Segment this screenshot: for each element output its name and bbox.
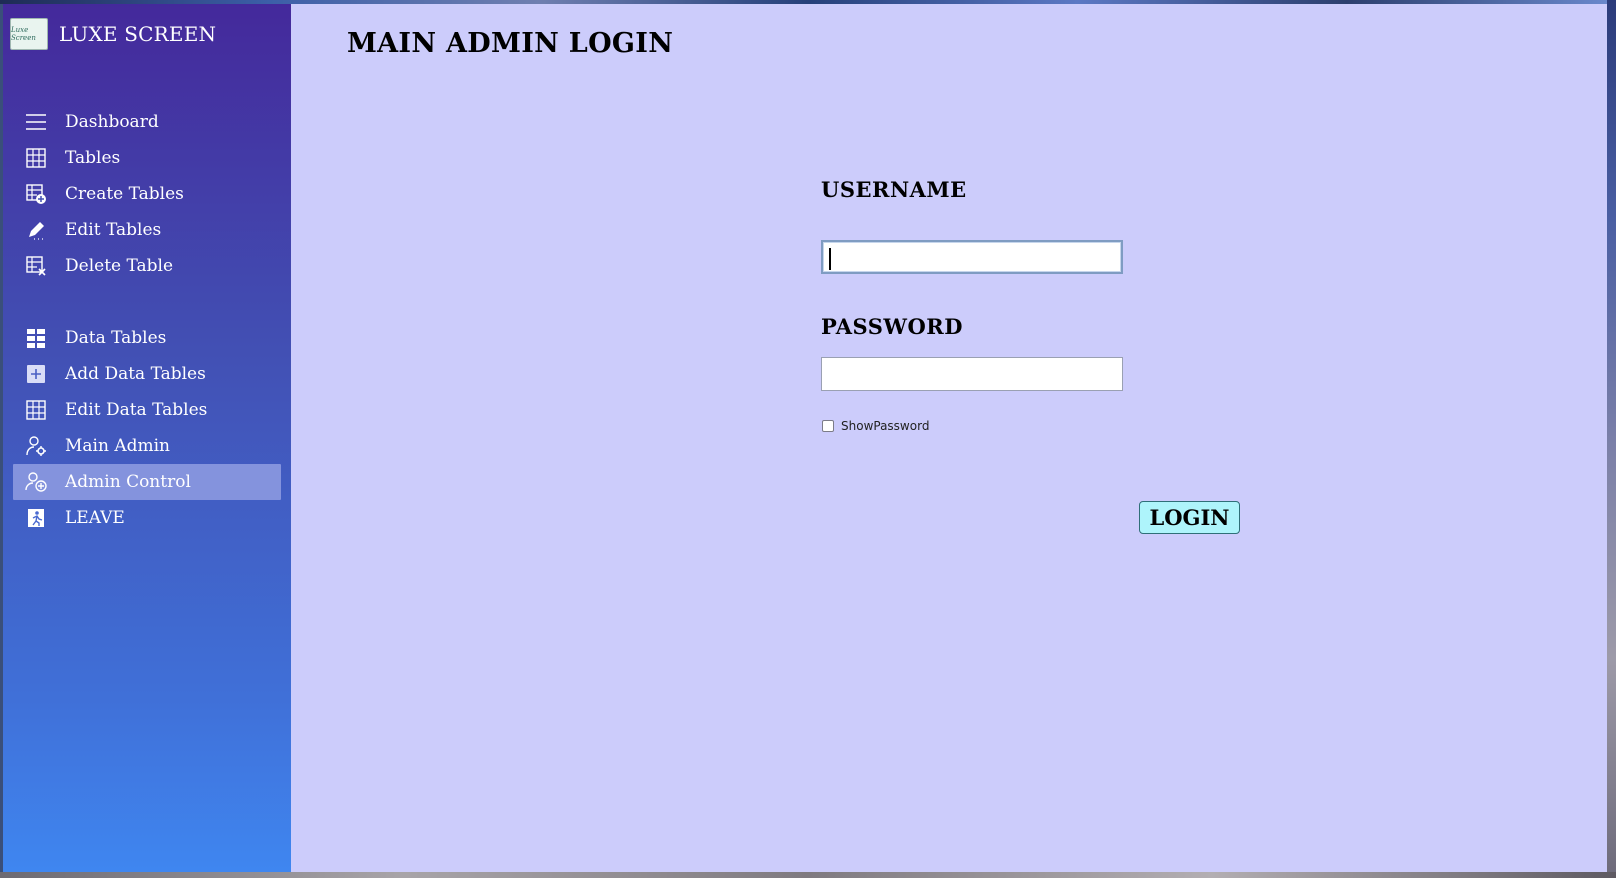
sidebar-nav: Dashboard Tables Create Tables Edit Tabl… — [13, 104, 281, 536]
plus-square-icon — [24, 362, 48, 386]
grid-icon — [24, 146, 48, 170]
table-add-icon — [24, 182, 48, 206]
sidebar-item-main-admin[interactable]: Main Admin — [13, 428, 281, 464]
menu-icon — [24, 110, 48, 134]
brand-logo: Luxe Screen — [10, 18, 48, 50]
password-label: PASSWORD — [821, 314, 963, 339]
sidebar-item-label: LEAVE — [65, 508, 125, 528]
text-caret — [829, 248, 831, 270]
sidebar-item-tables[interactable]: Tables — [13, 140, 281, 176]
sidebar-item-leave[interactable]: LEAVE — [13, 500, 281, 536]
app-window: Luxe Screen LUXE SCREEN Dashboard Tables — [3, 4, 1607, 872]
grid-filled-icon — [24, 326, 48, 350]
login-button[interactable]: LOGIN — [1139, 501, 1240, 534]
sidebar-item-edit-tables[interactable]: Edit Tables — [13, 212, 281, 248]
sidebar-item-label: Tables — [65, 148, 121, 168]
table-delete-icon — [24, 254, 48, 278]
brand-logo-text: Luxe Screen — [11, 26, 36, 42]
sidebar-item-data-tables[interactable]: Data Tables — [13, 320, 281, 356]
page-title: MAIN ADMIN LOGIN — [347, 28, 674, 59]
grid-icon — [24, 398, 48, 422]
sidebar-item-label: Edit Tables — [65, 220, 162, 240]
brand: Luxe Screen LUXE SCREEN — [10, 18, 216, 50]
user-add-icon — [24, 470, 48, 494]
main-panel: MAIN ADMIN LOGIN USERNAME PASSWORD ShowP… — [291, 4, 1607, 872]
username-input[interactable] — [821, 240, 1123, 274]
sidebar-item-label: Dashboard — [65, 112, 159, 132]
show-password-row[interactable]: ShowPassword — [822, 419, 929, 433]
sidebar-item-admin-control[interactable]: Admin Control — [13, 464, 281, 500]
pencil-icon — [24, 218, 48, 242]
sidebar-item-add-data-tables[interactable]: Add Data Tables — [13, 356, 281, 392]
brand-name: LUXE SCREEN — [59, 22, 217, 46]
sidebar-item-label: Data Tables — [65, 328, 167, 348]
sidebar: Luxe Screen LUXE SCREEN Dashboard Tables — [3, 4, 291, 872]
show-password-checkbox[interactable] — [822, 420, 834, 432]
exit-icon — [24, 506, 48, 530]
username-label: USERNAME — [821, 177, 967, 202]
password-input[interactable] — [821, 357, 1123, 391]
sidebar-item-delete-table[interactable]: Delete Table — [13, 248, 281, 284]
sidebar-item-create-tables[interactable]: Create Tables — [13, 176, 281, 212]
sidebar-item-label: Admin Control — [65, 472, 191, 492]
desktop-background-bottom — [0, 872, 1616, 878]
sidebar-item-edit-data-tables[interactable]: Edit Data Tables — [13, 392, 281, 428]
desktop-background-right — [1607, 0, 1616, 878]
show-password-label[interactable]: ShowPassword — [841, 419, 929, 433]
sidebar-item-label: Create Tables — [65, 184, 184, 204]
sidebar-item-label: Add Data Tables — [65, 364, 206, 384]
sidebar-item-label: Main Admin — [65, 436, 170, 456]
sidebar-item-label: Edit Data Tables — [65, 400, 208, 420]
sidebar-item-dashboard[interactable]: Dashboard — [13, 104, 281, 140]
user-gear-icon — [24, 434, 48, 458]
sidebar-item-label: Delete Table — [65, 256, 174, 276]
